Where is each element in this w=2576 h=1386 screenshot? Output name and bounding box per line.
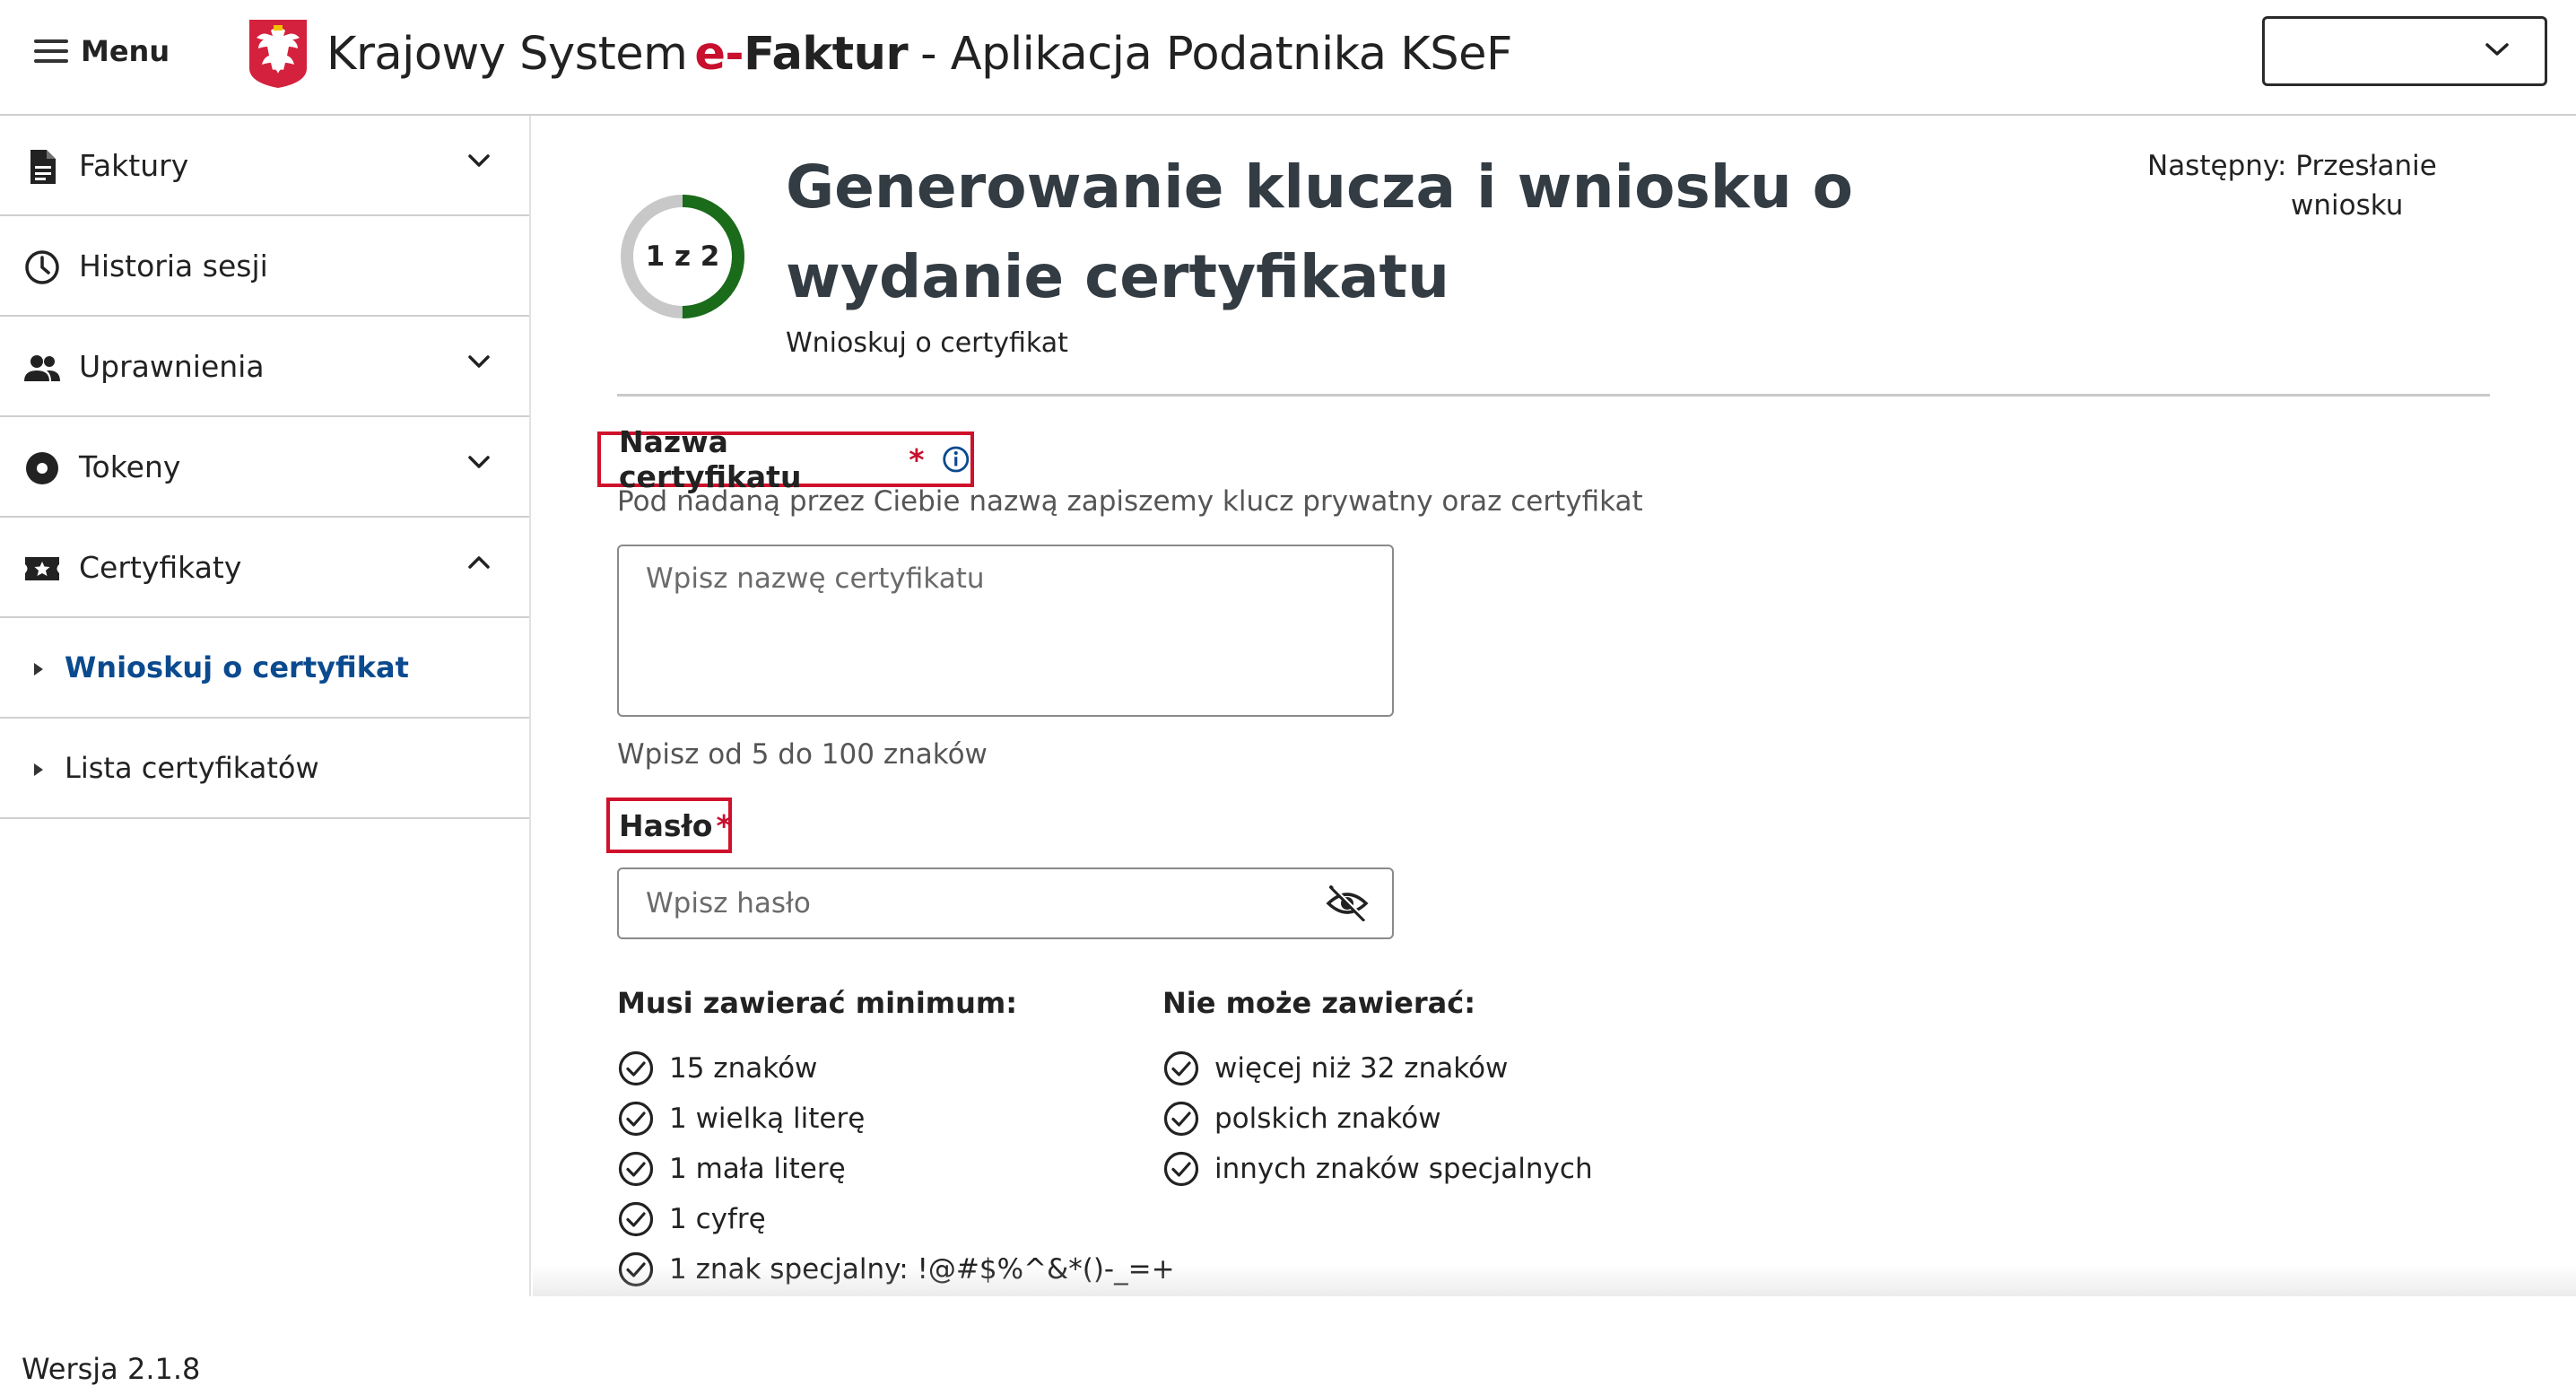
required-mark: * [909,441,925,477]
app-title-brand-e: e- [694,27,744,81]
sidebar: Faktury Historia sesji Uprawnienia Token… [0,116,531,1386]
bullet-triangle-icon [34,763,43,776]
progress-label: 1 z 2 [645,240,720,273]
cert-name-input[interactable] [617,545,1394,717]
sidebar-subitem-label: Lista certyfikatów [65,751,319,785]
main-content: 1 z 2 Generowanie klucza i wniosku o wyd… [533,118,2576,1296]
requirement-text: polskich znaków [1214,1103,1441,1135]
check-circle-icon [1163,1151,1199,1187]
polish-eagle-logo [249,20,307,88]
must-not-contain-heading: Nie może zawierać: [1162,986,1475,1020]
app-title: Krajowy System e-Faktur - Aplikacja Poda… [326,18,1512,90]
password-input[interactable] [619,869,1301,937]
hamburger-icon [34,39,68,63]
check-circle-icon [1163,1101,1199,1137]
chevron-down-icon [468,154,490,167]
step-subtitle: Wnioskuj o certyfikat [786,327,1068,359]
language-select[interactable] [2262,16,2547,86]
sidebar-item-label: Certyfikaty [79,549,242,585]
chevron-down-icon [2485,43,2509,56]
info-icon[interactable] [941,443,970,475]
check-circle-icon [618,1101,654,1137]
sidebar-item-label: Faktury [79,147,189,183]
check-circle-icon [618,1050,654,1086]
password-field [617,867,1394,939]
requirement-text: 15 znaków [669,1052,818,1085]
cert-name-label-text: Nazwa certyfikatu [619,424,802,494]
people-icon [24,355,60,381]
requirement-item: innych znaków specjalnych [1162,1144,1593,1194]
requirement-item: 1 mała literę [617,1144,1175,1194]
next-step-label: Następny: [2147,150,2287,182]
cert-name-label: Nazwa certyfikatu * [597,424,974,494]
eye-off-icon[interactable] [1326,884,1369,923]
header-divider [617,394,2490,397]
requirement-item: więcej niż 32 znaków [1162,1043,1593,1094]
menu-label: Menu [81,34,170,68]
requirement-item: 1 cyfrę [617,1194,1175,1244]
sidebar-item-label: Tokeny [79,449,181,484]
sidebar-item-historia-sesji[interactable]: Historia sesji [0,216,529,317]
requirement-text: 1 cyfrę [669,1203,766,1235]
menu-button[interactable]: Menu [34,29,170,74]
sidebar-item-label: Historia sesji [79,248,268,283]
app-version: Wersja 2.1.8 [22,1352,201,1386]
sidebar-item-tokeny[interactable]: Tokeny [0,417,529,518]
clock-icon [25,250,59,284]
sidebar-item-label: Uprawnienia [79,348,265,384]
requirement-text: innych znaków specjalnych [1214,1153,1593,1185]
sidebar-item-faktury[interactable]: Faktury [0,116,529,216]
app-title-brand-text: Faktur [744,27,909,81]
check-circle-icon [1163,1050,1199,1086]
bottom-shadow [533,1265,2576,1296]
cert-name-description: Pod nadaną przez Ciebie nazwą zapiszemy … [617,485,1643,518]
requirement-text: 1 wielką literę [669,1103,866,1135]
certificate-icon [25,557,59,580]
step-progress-ring: 1 z 2 [617,191,748,322]
next-step-value: Przesłanie [2295,150,2437,182]
requirement-text: więcej niż 32 znaków [1214,1052,1509,1085]
sidebar-item-certyfikaty[interactable]: Certyfikaty [0,518,529,618]
requirement-text: 1 mała literę [669,1153,846,1185]
must-contain-list: 15 znaków 1 wielką literę 1 mała literę 1 c… [617,1043,1175,1294]
app-title-prefix: Krajowy System [326,27,688,81]
next-step-value-line2: wniosku [2291,189,2404,222]
token-icon [26,452,58,484]
chevron-down-icon [468,456,490,468]
sidebar-subitem-label: Wnioskuj o certyfikat [65,650,409,684]
bullet-triangle-icon [34,663,43,676]
top-header: Menu Krajowy System e-Faktur - Aplikacja… [0,0,2576,116]
app-title-rest: - Aplikacja Podatnika KSeF [920,27,1512,81]
sidebar-subitem-lista-certyfikatow[interactable]: Lista certyfikatów [0,719,529,819]
password-label-text: Hasło [619,807,713,843]
page-title: Generowanie klucza i wniosku o wydanie c… [786,153,1853,311]
check-circle-icon [618,1201,654,1237]
chevron-up-icon [468,556,490,569]
requirement-item: polskich znaków [1162,1094,1593,1144]
check-circle-icon [618,1151,654,1187]
sidebar-item-uprawnienia[interactable]: Uprawnienia [0,317,529,417]
requirement-item: 1 wielką literę [617,1094,1175,1144]
chevron-down-icon [468,355,490,368]
app-title-brand: e-Faktur [694,28,908,81]
next-step-info: Następny: Przesłanie wniosku [2147,146,2524,225]
must-not-contain-list: więcej niż 32 znaków polskich znaków innyc… [1162,1043,1593,1194]
requirement-item: 15 znaków [617,1043,1175,1094]
sidebar-subitem-wnioskuj-o-certyfikat[interactable]: Wnioskuj o certyfikat [0,618,529,719]
must-contain-heading: Musi zawierać minimum: [617,986,1018,1020]
password-label: Hasło * [606,798,732,853]
cert-name-hint: Wpisz od 5 do 100 znaków [617,738,988,771]
document-icon [30,150,56,184]
required-mark: * [716,807,732,843]
